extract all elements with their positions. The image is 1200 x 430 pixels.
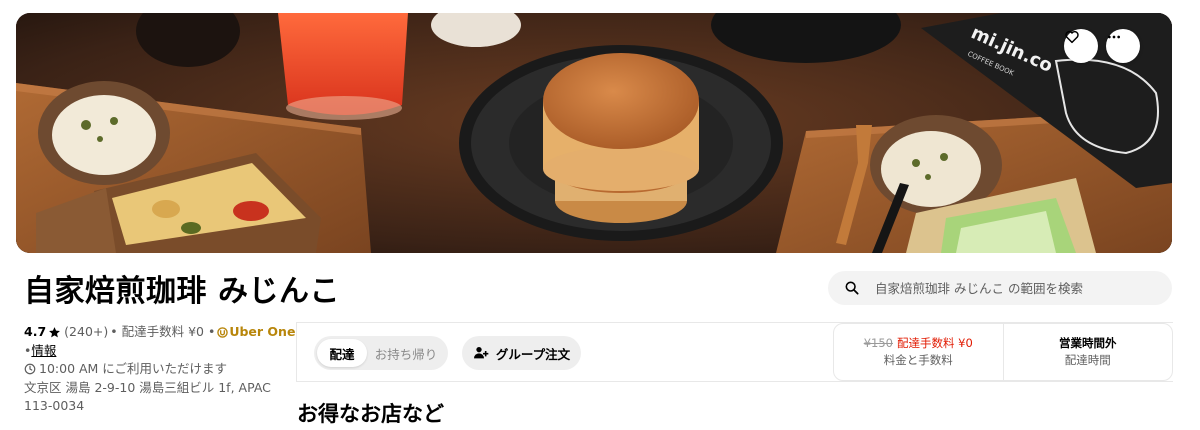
pickup-option[interactable]: お持ち帰り	[367, 339, 445, 367]
fee-old-price: ¥150	[863, 336, 893, 350]
delivery-fee-summary: • 配達手数料 ¥0 •	[110, 324, 216, 339]
favorite-button[interactable]	[1064, 29, 1098, 63]
uber-one-label: Uber One	[229, 324, 296, 339]
star-icon	[48, 326, 61, 339]
store-search-bar[interactable]	[828, 271, 1172, 305]
store-info-link[interactable]: 情報	[31, 342, 56, 361]
more-options-button[interactable]	[1106, 29, 1140, 63]
fee-new-price: 配達手数料 ¥0	[896, 336, 973, 350]
rating-row: 4.7 (240+) • 配達手数料 ¥0 • Uber One	[24, 323, 295, 342]
uber-one-badge: Uber One	[217, 323, 295, 342]
controls-left-divider	[296, 322, 297, 381]
availability-row: 10:00 AM にご利用いただけます	[24, 360, 286, 379]
heart-icon	[1065, 30, 1079, 44]
info-bullet: •	[24, 342, 32, 358]
uber-one-icon	[217, 326, 229, 338]
review-count: (240+)	[64, 324, 109, 339]
store-info: 4.7 (240+) • 配達手数料 ¥0 • Uber One • 情報 10…	[24, 323, 295, 416]
fees-and-hours-card: ¥150 配達手数料 ¥0 料金と手数料 営業時間外 配達時間	[833, 323, 1173, 381]
delivery-mode-toggle[interactable]: 配達 お持ち帰り	[314, 336, 448, 370]
store-search-input[interactable]	[875, 280, 1155, 296]
fees-caption: 料金と手数料	[883, 353, 953, 367]
group-order-label: グループ注文	[495, 346, 571, 362]
fees-cell[interactable]: ¥150 配達手数料 ¥0 料金と手数料	[834, 324, 1003, 380]
search-icon	[844, 280, 860, 296]
info-row: • 情報	[24, 342, 286, 361]
controls-bottom-divider	[296, 381, 1173, 382]
group-add-icon	[473, 345, 489, 361]
address-line-2: 113-0034	[24, 398, 85, 413]
clock-icon	[24, 363, 36, 375]
rating-value: 4.7	[24, 324, 47, 339]
hours-caption: 配達時間	[1064, 353, 1111, 367]
address-line-1: 文京区 湯島 2-9-10 湯島三組ビル 1f, APAC	[24, 379, 271, 395]
store-title: 自家焙煎珈琲 みじんこ	[24, 274, 340, 309]
section-title: お得なお店など	[297, 402, 444, 426]
delivery-option[interactable]: 配達	[317, 339, 367, 367]
hero-banner: mi.jin.co COFFEE BOOK	[16, 13, 1172, 253]
availability-text: 10:00 AM にご利用いただけます	[39, 361, 228, 376]
hero-food-photo: mi.jin.co COFFEE BOOK	[16, 13, 1172, 253]
hours-cell[interactable]: 営業時間外 配達時間	[1002, 324, 1173, 380]
group-order-button[interactable]: グループ注文	[462, 336, 581, 370]
hours-status: 営業時間外	[1059, 336, 1117, 350]
more-horizontal-icon	[1108, 35, 1120, 39]
